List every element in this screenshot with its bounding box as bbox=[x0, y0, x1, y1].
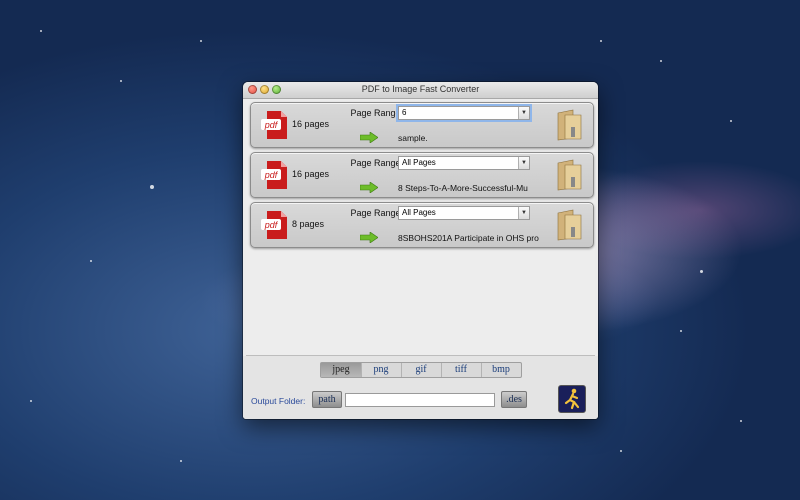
green-arrow-icon bbox=[360, 232, 378, 243]
folder-icon[interactable] bbox=[555, 109, 585, 141]
format-png-button[interactable]: png bbox=[361, 363, 402, 377]
svg-text:pdf: pdf bbox=[264, 170, 279, 180]
folder-icon[interactable] bbox=[555, 209, 585, 241]
file-name: 8SBOHS201A Participate in OHS pro bbox=[398, 233, 539, 243]
page-range-value[interactable]: 6 bbox=[402, 108, 406, 117]
page-count: 16 pages bbox=[292, 119, 330, 129]
chevron-down-icon[interactable]: ▼ bbox=[518, 107, 529, 119]
page-range-combobox[interactable]: 6 ▼ bbox=[398, 106, 530, 120]
path-button[interactable]: path bbox=[312, 391, 342, 408]
page-range-combobox[interactable]: All Pages ▼ bbox=[398, 156, 530, 170]
running-man-icon bbox=[564, 388, 580, 410]
format-jpeg-button[interactable]: jpeg bbox=[321, 363, 362, 377]
pdf-file-icon: pdf bbox=[261, 161, 287, 189]
output-folder-field[interactable] bbox=[345, 393, 495, 407]
title-bar: PDF to Image Fast Converter bbox=[243, 82, 598, 99]
format-gif-button[interactable]: gif bbox=[401, 363, 442, 377]
file-list: pdf 16 pages Page Range: 6 ▼ sample. pdf… bbox=[246, 99, 595, 356]
format-tiff-button[interactable]: tiff bbox=[441, 363, 482, 377]
page-count: 16 pages bbox=[292, 169, 330, 179]
pdf-file-icon: pdf bbox=[261, 111, 287, 139]
bottom-panel: jpeg png gif tiff bmp Output Folder: pat… bbox=[243, 356, 598, 419]
convert-button[interactable] bbox=[558, 385, 586, 413]
page-range-label: Page Range: bbox=[350, 108, 403, 118]
output-folder-label: Output Folder: bbox=[251, 396, 306, 406]
window-title: PDF to Image Fast Converter bbox=[361, 84, 480, 94]
app-window: PDF to Image Fast Converter pdf 16 pages… bbox=[243, 82, 598, 419]
chevron-down-icon[interactable]: ▼ bbox=[518, 207, 529, 219]
svg-text:pdf: pdf bbox=[264, 220, 279, 230]
file-row: pdf 16 pages Page Range: All Pages ▼ 8 S… bbox=[250, 152, 594, 198]
file-row: pdf 16 pages Page Range: 6 ▼ sample. bbox=[250, 102, 594, 148]
des-button[interactable]: .des bbox=[501, 391, 527, 408]
page-range-value[interactable]: All Pages bbox=[402, 158, 436, 167]
pdf-file-icon: pdf bbox=[261, 211, 287, 239]
format-bmp-button[interactable]: bmp bbox=[481, 363, 521, 377]
chevron-down-icon[interactable]: ▼ bbox=[518, 157, 529, 169]
format-selector: jpeg png gif tiff bmp bbox=[320, 362, 522, 378]
green-arrow-icon bbox=[360, 182, 378, 193]
page-range-combobox[interactable]: All Pages ▼ bbox=[398, 206, 530, 220]
svg-text:pdf: pdf bbox=[264, 120, 279, 130]
green-arrow-icon bbox=[360, 132, 378, 143]
page-range-value[interactable]: All Pages bbox=[402, 208, 436, 217]
file-row: pdf 8 pages Page Range: All Pages ▼ 8SBO… bbox=[250, 202, 594, 248]
file-name: 8 Steps-To-A-More-Successful-Mu bbox=[398, 183, 528, 193]
page-range-label: Page Range: bbox=[350, 208, 403, 218]
file-name: sample. bbox=[398, 133, 428, 143]
page-range-label: Page Range: bbox=[350, 158, 403, 168]
folder-icon[interactable] bbox=[555, 159, 585, 191]
page-count: 8 pages bbox=[292, 219, 325, 229]
